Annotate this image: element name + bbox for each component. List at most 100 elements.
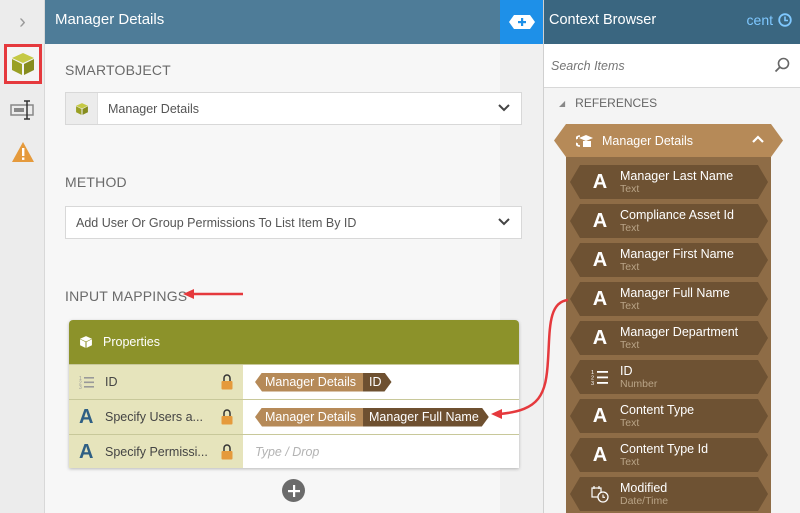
references-section-toggle[interactable]: ◢ REFERENCES xyxy=(544,88,800,118)
mapped-reference-chip[interactable]: Manager Details Manager Full Name xyxy=(255,407,489,427)
smartobject-label: SMARTOBJECT xyxy=(65,62,171,78)
reference-field-item[interactable]: A Content Type Text xyxy=(570,399,768,433)
smartobject-icon xyxy=(80,336,92,348)
panel-header: Manager Details xyxy=(45,0,500,44)
datetime-icon xyxy=(588,485,612,503)
mapping-property-name: Specify Users a... xyxy=(105,410,203,424)
search-icon[interactable] xyxy=(774,57,790,73)
lock-icon[interactable] xyxy=(221,374,233,390)
chevron-right-icon: › xyxy=(19,10,26,33)
field-type: Date/Time xyxy=(620,495,669,507)
input-mapping-table: Properties 123 ID Manager Details ID A S… xyxy=(69,320,519,468)
add-context-icon xyxy=(508,15,535,29)
field-type: Text xyxy=(620,417,640,429)
reference-field-item[interactable]: A Manager Department Text xyxy=(570,321,768,355)
context-browser-panel: Context Browser cent ◢ REFERENCES Manage… xyxy=(543,0,800,513)
mapping-header-label: Properties xyxy=(103,335,160,349)
text-icon: A xyxy=(592,170,608,193)
mapping-row: A Specify Users a... Manager Details Man… xyxy=(69,399,519,434)
field-name: Manager Full Name xyxy=(620,286,730,300)
field-type: Text xyxy=(620,261,640,273)
mapping-row: 123 ID Manager Details ID xyxy=(69,364,519,399)
number-icon: 123 xyxy=(588,369,612,385)
search-input[interactable] xyxy=(551,58,751,73)
chip-source: Manager Details xyxy=(255,407,364,427)
field-type: Number xyxy=(620,378,658,390)
plus-icon xyxy=(287,484,300,497)
chevron-up-icon[interactable] xyxy=(751,132,765,146)
svg-text:3: 3 xyxy=(591,381,594,385)
rail-warnings-button[interactable] xyxy=(4,132,42,172)
text-icon: A xyxy=(79,405,94,428)
reference-group: Manager Details A Manager Last Name Text A C… xyxy=(554,124,783,513)
context-browser-title: Context Browser xyxy=(549,12,657,28)
method-select[interactable]: Add User Or Group Permissions To List It… xyxy=(65,206,522,239)
type-drop-placeholder: Type / Drop xyxy=(255,445,320,459)
text-icon: A xyxy=(592,404,608,427)
input-field-icon xyxy=(10,100,34,120)
lock-icon[interactable] xyxy=(221,444,233,460)
text-icon: A xyxy=(79,440,94,463)
mapping-header: Properties xyxy=(69,320,519,364)
field-name: Compliance Asset Id xyxy=(620,208,734,222)
text-icon: A xyxy=(592,248,608,271)
reference-field-item[interactable]: A Compliance Asset Id Text xyxy=(570,204,768,238)
field-name: Modified xyxy=(620,481,668,495)
reference-field-item[interactable]: A Manager Full Name Text xyxy=(570,282,768,316)
mapping-property-name: ID xyxy=(105,375,118,389)
reference-field-list: A Manager Last Name Text A Compliance Asset … xyxy=(566,157,771,513)
clock-icon xyxy=(778,13,792,27)
mapped-reference-chip[interactable]: Manager Details ID xyxy=(255,372,392,392)
field-type: Text xyxy=(620,456,640,468)
chevron-down-icon xyxy=(498,218,510,226)
mapping-value-field[interactable]: Manager Details Manager Full Name xyxy=(243,400,519,434)
text-icon: A xyxy=(592,287,608,310)
field-type: Text xyxy=(620,183,640,195)
panel-title: Manager Details xyxy=(55,11,165,28)
mapping-row: A Specify Permissi... Type / Drop xyxy=(69,434,519,468)
recent-tab[interactable]: cent xyxy=(747,0,792,40)
context-browser-toggle-button[interactable] xyxy=(500,0,543,44)
mapping-value-field[interactable]: Type / Drop xyxy=(243,435,519,468)
reference-group-header[interactable]: Manager Details xyxy=(554,124,783,157)
references-label: REFERENCES xyxy=(575,96,658,110)
text-icon: A xyxy=(592,209,608,232)
text-icon: A xyxy=(592,326,608,349)
field-type: Text xyxy=(620,339,640,351)
lock-icon[interactable] xyxy=(221,409,233,425)
reference-icon xyxy=(576,134,594,148)
method-label: METHOD xyxy=(65,174,127,190)
field-name: Manager Department xyxy=(620,325,739,339)
reference-field-item[interactable]: 1 2 3 ID Number xyxy=(570,360,768,394)
mapping-value-field[interactable]: Manager Details ID xyxy=(243,365,519,399)
chip-field: Manager Full Name xyxy=(363,408,489,427)
reference-field-item[interactable]: A Content Type Id Text xyxy=(570,438,768,472)
field-name: Content Type Id xyxy=(620,442,709,456)
svg-text:3: 3 xyxy=(79,385,82,389)
field-name: ID xyxy=(620,364,633,378)
chevron-down-icon xyxy=(498,104,510,112)
rail-input-button[interactable] xyxy=(4,90,42,130)
warning-icon xyxy=(12,142,34,162)
rail-smartobject-button[interactable] xyxy=(4,44,42,84)
chip-field: ID xyxy=(363,373,392,392)
expand-rail-button[interactable]: › xyxy=(0,0,45,44)
context-browser-header: Context Browser cent xyxy=(544,0,800,44)
text-icon: A xyxy=(592,443,608,466)
add-mapping-button[interactable] xyxy=(282,479,305,502)
field-type: Text xyxy=(620,300,640,312)
smartobject-icon xyxy=(12,53,34,75)
reference-field-item[interactable]: A Manager First Name Text xyxy=(570,243,768,277)
field-name: Content Type xyxy=(620,403,695,417)
number-icon: 123 xyxy=(79,375,105,389)
smartobject-value: Manager Details xyxy=(108,101,200,116)
reference-field-item[interactable]: A Manager Last Name Text xyxy=(570,165,768,199)
left-rail: › xyxy=(0,0,45,513)
smartobject-select[interactable]: Manager Details xyxy=(65,92,522,125)
main-panel: Manager Details SMARTOBJECT Manager Deta… xyxy=(45,0,522,513)
mapping-property-name: Specify Permissi... xyxy=(105,445,208,459)
input-mappings-label: INPUT MAPPINGS xyxy=(65,288,188,304)
chip-source: Manager Details xyxy=(255,372,364,392)
triangle-collapse-icon: ◢ xyxy=(559,98,566,108)
reference-field-item[interactable]: Modified Date/Time xyxy=(570,477,768,511)
